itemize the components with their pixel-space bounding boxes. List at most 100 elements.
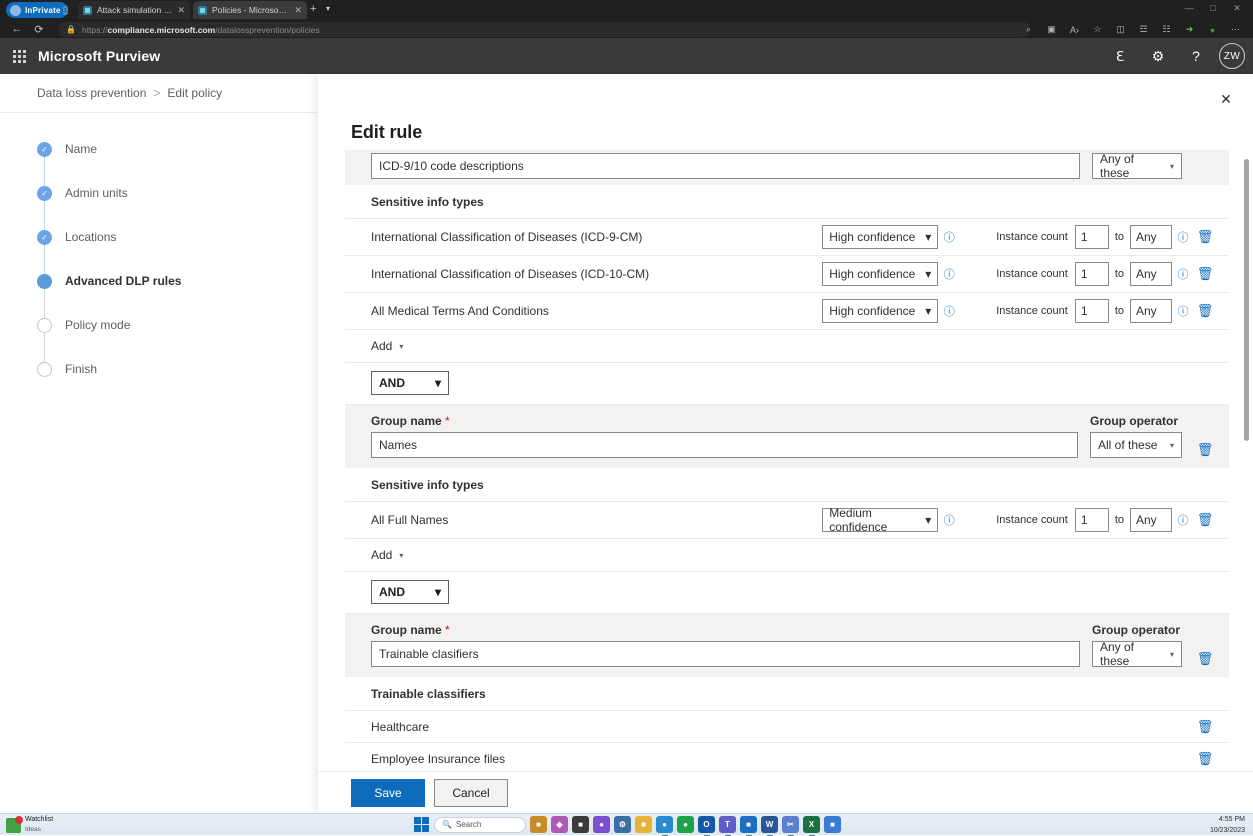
photos-app-icon[interactable]: ◆	[551, 816, 568, 833]
confidence-info-icon[interactable]: ⓘ	[938, 229, 960, 245]
watchlist-widget[interactable]: Watchlist Ideas	[6, 816, 53, 834]
instance-count-info-icon[interactable]: ⓘ	[1172, 303, 1194, 319]
taskbar-search[interactable]: 🔍 Search	[434, 817, 526, 833]
edge-browser-app-icon[interactable]: ●	[656, 816, 673, 833]
dialog-scrollbar-thumb[interactable]	[1244, 159, 1249, 441]
group-name-input[interactable]: Trainable clasifiers	[371, 641, 1080, 667]
app-launcher-waffle-icon[interactable]	[0, 38, 38, 74]
reload-icon[interactable]: ⟳	[28, 20, 50, 38]
wizard-step-policy-mode[interactable]: Policy mode	[37, 318, 287, 362]
instance-count-max-input[interactable]: Any	[1130, 225, 1172, 249]
window-maximize-icon[interactable]: □	[1201, 0, 1225, 16]
window-close-icon[interactable]: ✕	[1225, 0, 1249, 16]
browser-essentials-icon[interactable]: ☷	[1155, 22, 1178, 37]
group-operator-select[interactable]: All of these ▾	[1090, 432, 1182, 458]
avatar[interactable]: ZW	[1219, 43, 1245, 69]
browser-tab-0[interactable]: Attack simulation training - Mic ✕	[78, 1, 190, 19]
add-menu-button[interactable]: Add ▾	[371, 339, 403, 353]
confidence-level-select[interactable]: High confidence ▾	[822, 262, 938, 286]
tab-search-icon[interactable]: ▯	[58, 3, 73, 18]
taskbar-center: 🔍 Search ■ ◆ ■ ● ⚙ ■ ● ● O T ■ W ✂ X ■	[413, 816, 841, 833]
group-operator-select[interactable]: Any of these ▾	[1092, 641, 1182, 667]
dialog-scrollbar[interactable]	[1242, 154, 1249, 764]
address-bar[interactable]: 🔒 https://compliance.microsoft.com/datal…	[58, 22, 1030, 37]
instance-count-info-icon[interactable]: ⓘ	[1172, 266, 1194, 282]
confidence-info-icon[interactable]: ⓘ	[938, 512, 960, 528]
wizard-step-advanced-dlp-rules[interactable]: Advanced DLP rules	[37, 274, 287, 318]
confidence-level-select[interactable]: High confidence ▾	[822, 225, 938, 249]
extension-icon[interactable]: ➜	[1178, 22, 1201, 37]
tab-close-icon[interactable]: ✕	[177, 5, 185, 16]
breadcrumb-root[interactable]: Data loss prevention	[37, 86, 146, 100]
confidence-info-icon[interactable]: ⓘ	[938, 303, 960, 319]
delete-row-icon[interactable]: 🗑	[1194, 719, 1216, 735]
gear-icon[interactable]: ⚙	[1141, 38, 1175, 74]
start-button-icon[interactable]	[413, 816, 430, 833]
tab-close-icon[interactable]: ✕	[294, 5, 302, 16]
read-aloud-icon[interactable]: A›	[1063, 22, 1086, 37]
shopping-bag-icon[interactable]: ▣	[1040, 22, 1063, 37]
new-tab-icon[interactable]: +	[310, 3, 316, 15]
more-options-icon[interactable]: ⋯	[1224, 22, 1247, 37]
word-app-icon[interactable]: W	[761, 816, 778, 833]
briefcase-app-icon[interactable]: ■	[530, 816, 547, 833]
excel-app-icon[interactable]: X	[803, 816, 820, 833]
close-icon[interactable]: ✕	[1213, 86, 1239, 112]
wizard-step-name[interactable]: ✓ Name	[37, 142, 287, 186]
cancel-button[interactable]: Cancel	[434, 779, 508, 807]
diagnostics-icon[interactable]: ℇ	[1103, 38, 1137, 74]
instance-count-info-icon[interactable]: ⓘ	[1172, 229, 1194, 245]
favorite-star-icon[interactable]: ☆	[1086, 22, 1109, 37]
delete-row-icon[interactable]: 🗑	[1194, 303, 1216, 319]
file-explorer-dark-app-icon[interactable]: ■	[572, 816, 589, 833]
collections-icon[interactable]: ☲	[1132, 22, 1155, 37]
confidence-info-icon[interactable]: ⓘ	[938, 266, 960, 282]
instance-count-info-icon[interactable]: ⓘ	[1172, 512, 1194, 528]
group-name-input[interactable]: Names	[371, 432, 1078, 458]
messaging-app-icon[interactable]: ●	[593, 816, 610, 833]
profile-icon[interactable]: ●	[1201, 22, 1224, 37]
back-icon[interactable]: ←	[6, 20, 28, 38]
help-icon[interactable]: ?	[1179, 38, 1213, 74]
wizard-step-admin-units[interactable]: ✓ Admin units	[37, 186, 287, 230]
store-app-icon[interactable]: ■	[740, 816, 757, 833]
zoom-icon[interactable]: ⌕	[1017, 22, 1040, 37]
clock[interactable]: 4:55 PM 10/23/2023	[1210, 816, 1245, 835]
instance-count-max-input[interactable]: Any	[1130, 262, 1172, 286]
browser-tab-1[interactable]: Policies - Microsoft Purview ✕	[193, 1, 307, 19]
split-screen-icon[interactable]: ◫	[1109, 22, 1132, 37]
wizard-step-locations[interactable]: ✓ Locations	[37, 230, 287, 274]
instance-count-min-input[interactable]: 1	[1075, 299, 1109, 323]
wizard-step-finish[interactable]: Finish	[37, 362, 287, 406]
instance-count-min-input[interactable]: 1	[1075, 225, 1109, 249]
instance-count-min-input[interactable]: 1	[1075, 508, 1109, 532]
teams-app-icon[interactable]: T	[719, 816, 736, 833]
group-operator-select[interactable]: Any of these ▾	[1092, 153, 1182, 179]
outlook-app-icon[interactable]: O	[698, 816, 715, 833]
chrome-browser-app-icon[interactable]: ●	[677, 816, 694, 833]
image-app-icon[interactable]: ■	[824, 816, 841, 833]
delete-group-icon[interactable]: 🗑	[1194, 651, 1216, 667]
boolean-operator-select[interactable]: AND ▾	[371, 580, 449, 604]
instance-count-max-input[interactable]: Any	[1130, 299, 1172, 323]
group-operator-and-row: AND ▾	[345, 572, 1229, 614]
delete-group-icon[interactable]: 🗑	[1194, 442, 1216, 458]
tab-list-chevron-down-icon[interactable]: ▾	[326, 4, 330, 13]
confidence-level-select[interactable]: Medium confidence ▾	[822, 508, 938, 532]
window-minimize-icon[interactable]: —	[1177, 0, 1201, 16]
confidence-level-select[interactable]: High confidence ▾	[822, 299, 938, 323]
settings-app-icon[interactable]: ⚙	[614, 816, 631, 833]
delete-row-icon[interactable]: 🗑	[1194, 229, 1216, 245]
delete-row-icon[interactable]: 🗑	[1194, 266, 1216, 282]
group-name-input[interactable]: ICD-9/10 code descriptions	[371, 153, 1080, 179]
clock-date: 10/23/2023	[1210, 827, 1245, 835]
instance-count-max-input[interactable]: Any	[1130, 508, 1172, 532]
snip-tool-app-icon[interactable]: ✂	[782, 816, 799, 833]
boolean-operator-select[interactable]: AND ▾	[371, 371, 449, 395]
instance-count-min-input[interactable]: 1	[1075, 262, 1109, 286]
delete-row-icon[interactable]: 🗑	[1194, 512, 1216, 528]
save-button[interactable]: Save	[351, 779, 425, 807]
add-menu-button[interactable]: Add ▾	[371, 548, 403, 562]
delete-row-icon[interactable]: 🗑	[1194, 751, 1216, 767]
file-explorer-app-icon[interactable]: ■	[635, 816, 652, 833]
